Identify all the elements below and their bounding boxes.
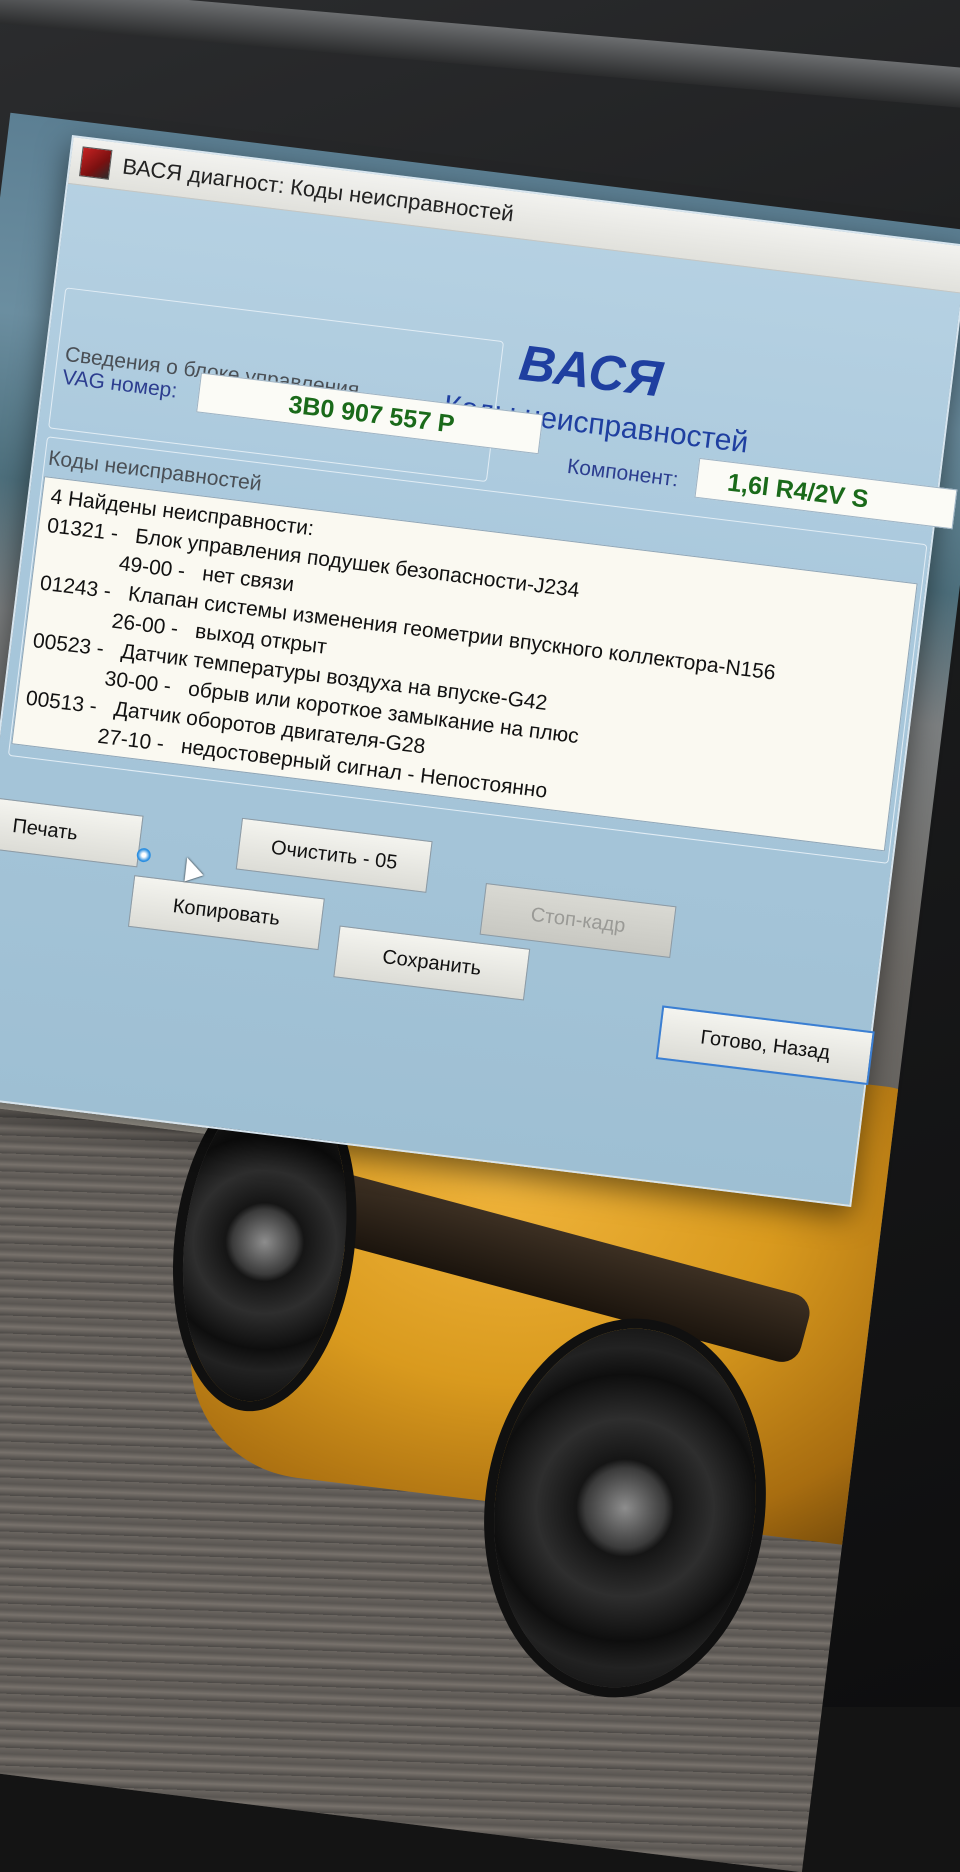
done-back-button[interactable]: Готово, Назад <box>655 1005 875 1086</box>
brand-logo: ВАСЯ <box>516 334 667 408</box>
busy-cursor-icon <box>135 847 152 863</box>
copy-button[interactable]: Копировать <box>127 875 325 951</box>
print-button[interactable]: Печать <box>0 792 144 868</box>
app-icon <box>79 146 113 180</box>
fault-codes-window: ВАСЯ диагност: Коды неисправностей ВАСЯ … <box>0 135 960 1207</box>
component-label: Компонент: <box>565 454 680 492</box>
mouse-pointer-icon <box>177 854 204 882</box>
component-field: 1,6l R4/2V S <box>694 457 958 530</box>
clear-codes-button[interactable]: Очистить - 05 <box>235 817 433 893</box>
